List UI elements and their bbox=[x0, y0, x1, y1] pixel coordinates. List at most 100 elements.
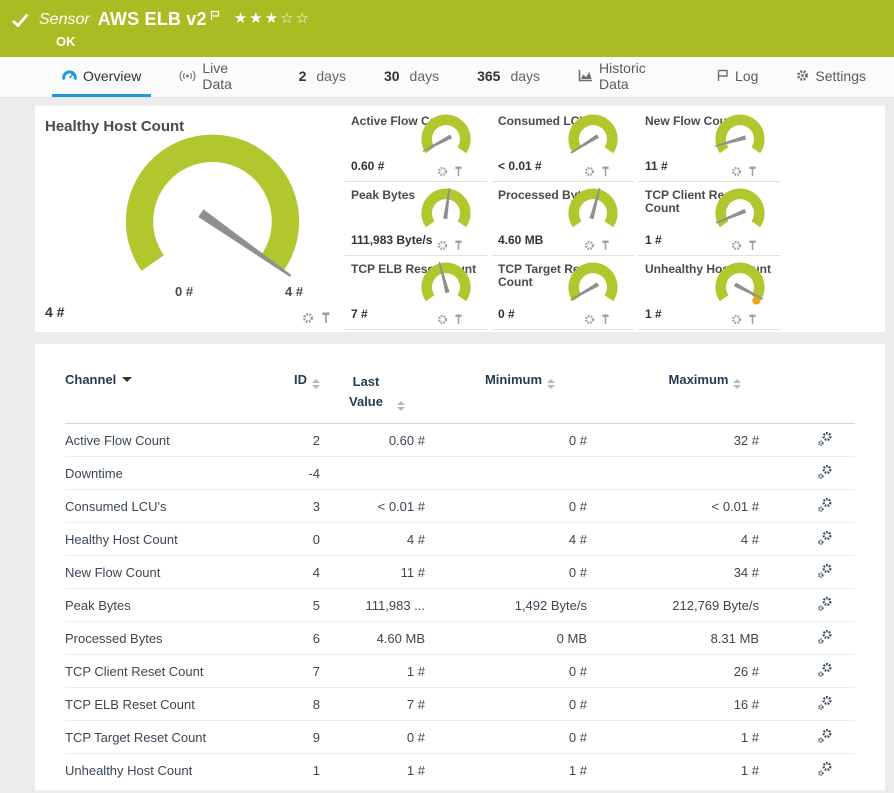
channel-last-value bbox=[320, 457, 425, 490]
tab-2-days[interactable]: 2 days bbox=[289, 57, 356, 97]
pin-icon[interactable] bbox=[748, 240, 757, 251]
gear-icon[interactable] bbox=[584, 166, 595, 177]
channel-maximum: 1 # bbox=[615, 721, 795, 754]
gear-icon[interactable] bbox=[731, 314, 742, 325]
channel-settings-icon[interactable] bbox=[817, 464, 833, 480]
sort-arrows-icon bbox=[547, 379, 555, 389]
priority-stars[interactable]: ★★★☆☆ bbox=[234, 9, 311, 27]
gear-icon[interactable] bbox=[437, 314, 448, 325]
channel-id: 0 bbox=[245, 523, 320, 556]
pin-icon[interactable] bbox=[748, 166, 757, 177]
column-header-maximum[interactable]: Maximum bbox=[615, 358, 795, 424]
channel-last-value: 1 # bbox=[320, 655, 425, 688]
channel-settings-icon[interactable] bbox=[817, 563, 833, 579]
channel-last-value: 0 # bbox=[320, 721, 425, 754]
channel-name: Processed Bytes bbox=[65, 622, 245, 655]
gauge-panel-tcp-elb-reset-count: TCP ELB Reset Count 7 # bbox=[345, 256, 487, 330]
channel-settings-icon[interactable] bbox=[817, 596, 833, 612]
column-header-label: Maximum bbox=[669, 372, 729, 387]
channel-maximum: 32 # bbox=[615, 424, 795, 457]
channel-minimum: 4 # bbox=[425, 523, 615, 556]
gear-icon[interactable] bbox=[731, 240, 742, 251]
tab-label: 30 bbox=[384, 68, 400, 84]
channel-maximum: < 0.01 # bbox=[615, 490, 795, 523]
channel-settings-icon[interactable] bbox=[817, 530, 833, 546]
channel-id: 5 bbox=[245, 589, 320, 622]
gauge-chart bbox=[417, 114, 475, 168]
gear-icon[interactable] bbox=[584, 314, 595, 325]
column-header-minimum[interactable]: Minimum bbox=[425, 358, 615, 424]
channel-settings-icon[interactable] bbox=[817, 431, 833, 447]
tab-365-days[interactable]: 365 days bbox=[467, 57, 550, 97]
pin-icon[interactable] bbox=[321, 312, 331, 324]
column-header-last-value[interactable]: Last Value bbox=[320, 358, 425, 424]
table-row: Downtime -4 bbox=[65, 457, 855, 490]
pin-icon[interactable] bbox=[601, 166, 610, 177]
tab-live-data[interactable]: Live Data bbox=[169, 57, 270, 97]
tab-30-days[interactable]: 30 days bbox=[374, 57, 449, 97]
column-header-id[interactable]: ID bbox=[245, 358, 320, 424]
column-header-label: Channel bbox=[65, 372, 116, 387]
gear-icon[interactable] bbox=[584, 240, 595, 251]
table-row: TCP Target Reset Count 9 0 # 0 # 1 # bbox=[65, 721, 855, 754]
tab-label-unit: days bbox=[316, 68, 346, 84]
channel-table-card: Channel ID Last Value Minimum Maximum bbox=[35, 344, 885, 790]
pin-icon[interactable] bbox=[454, 166, 463, 177]
channel-minimum: 0 # bbox=[425, 721, 615, 754]
gear-icon[interactable] bbox=[437, 166, 448, 177]
channel-last-value: < 0.01 # bbox=[320, 490, 425, 523]
tab-label: Settings bbox=[815, 68, 866, 84]
tab-log[interactable]: Log bbox=[706, 57, 768, 97]
table-row: Active Flow Count 2 0.60 # 0 # 32 # bbox=[65, 424, 855, 457]
channel-id: 7 bbox=[245, 655, 320, 688]
gauge-panel-peak-bytes: Peak Bytes 111,983 Byte/s bbox=[345, 182, 487, 256]
gauge-value: 11 # bbox=[645, 159, 668, 173]
gear-icon[interactable] bbox=[437, 240, 448, 251]
gear-icon[interactable] bbox=[731, 166, 742, 177]
pin-icon[interactable] bbox=[601, 314, 610, 325]
column-header-channel[interactable]: Channel bbox=[65, 358, 245, 424]
channel-minimum: 1,492 Byte/s bbox=[425, 589, 615, 622]
tab-overview[interactable]: Overview bbox=[52, 57, 151, 97]
channel-maximum: 8.31 MB bbox=[615, 622, 795, 655]
sort-arrows-icon bbox=[733, 379, 741, 389]
table-row: Peak Bytes 5 111,983 ... 1,492 Byte/s 21… bbox=[65, 589, 855, 622]
channel-settings-icon[interactable] bbox=[817, 662, 833, 678]
priority-flag-icon[interactable] bbox=[210, 10, 220, 21]
channel-last-value: 0.60 # bbox=[320, 424, 425, 457]
gauge-value: 1 # bbox=[645, 233, 662, 247]
pin-icon[interactable] bbox=[454, 240, 463, 251]
channel-id: 8 bbox=[245, 688, 320, 721]
channel-settings-icon[interactable] bbox=[817, 761, 833, 777]
channel-name: Peak Bytes bbox=[65, 589, 245, 622]
channel-last-value: 4 # bbox=[320, 523, 425, 556]
gauge-chart bbox=[711, 262, 769, 316]
pin-icon[interactable] bbox=[454, 314, 463, 325]
tab-historic-data[interactable]: Historic Data bbox=[568, 57, 688, 97]
gauge-chart bbox=[711, 188, 769, 242]
channel-maximum: 4 # bbox=[615, 523, 795, 556]
pin-icon[interactable] bbox=[748, 314, 757, 325]
channel-settings-icon[interactable] bbox=[817, 629, 833, 645]
channel-maximum: 1 # bbox=[615, 754, 795, 787]
channel-settings-icon[interactable] bbox=[817, 497, 833, 513]
gear-icon[interactable] bbox=[302, 312, 314, 324]
pin-icon[interactable] bbox=[601, 240, 610, 251]
channel-id: 4 bbox=[245, 556, 320, 589]
gauge-value: 1 # bbox=[645, 307, 662, 321]
tab-label: Log bbox=[735, 68, 758, 84]
channel-id: 3 bbox=[245, 490, 320, 523]
tab-label-unit: days bbox=[410, 68, 440, 84]
channel-last-value: 4.60 MB bbox=[320, 622, 425, 655]
gauge-panel-consumed-lcus: Consumed LCU's < 0.01 # bbox=[492, 108, 634, 182]
tab-settings[interactable]: Settings bbox=[786, 57, 876, 97]
table-row: Unhealthy Host Count 1 1 # 1 # 1 # bbox=[65, 754, 855, 787]
channel-settings-icon[interactable] bbox=[817, 728, 833, 744]
tab-bar: Overview Live Data 2 days 30 days 365 da… bbox=[0, 57, 894, 98]
table-row: Healthy Host Count 0 4 # 4 # 4 # bbox=[65, 523, 855, 556]
channel-settings-icon[interactable] bbox=[817, 695, 833, 711]
channel-name: New Flow Count bbox=[65, 556, 245, 589]
channel-minimum: 0 # bbox=[425, 424, 615, 457]
tab-label: Historic Data bbox=[599, 60, 678, 92]
tab-label: 2 bbox=[299, 68, 307, 84]
